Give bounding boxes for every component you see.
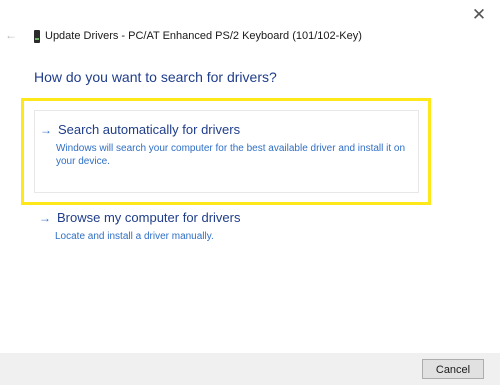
dialog-title-row: Update Drivers - PC/AT Enhanced PS/2 Key… <box>34 28 362 44</box>
dialog-title: Update Drivers - PC/AT Enhanced PS/2 Key… <box>45 30 362 42</box>
back-arrow-icon[interactable]: ← <box>5 28 19 42</box>
page-heading: How do you want to search for drivers? <box>34 69 277 85</box>
option-description: Locate and install a driver manually. <box>55 231 214 242</box>
highlight-box <box>21 98 431 205</box>
browse-computer-option[interactable]: → Browse my computer for drivers Locate a… <box>34 208 417 248</box>
dialog-footer: Cancel <box>0 353 500 385</box>
arrow-right-icon: → <box>39 211 51 225</box>
cancel-button[interactable]: Cancel <box>422 359 484 379</box>
option-title: Browse my computer for drivers <box>57 210 241 225</box>
close-icon[interactable]: ✕ <box>468 4 490 26</box>
device-icon <box>34 29 40 43</box>
